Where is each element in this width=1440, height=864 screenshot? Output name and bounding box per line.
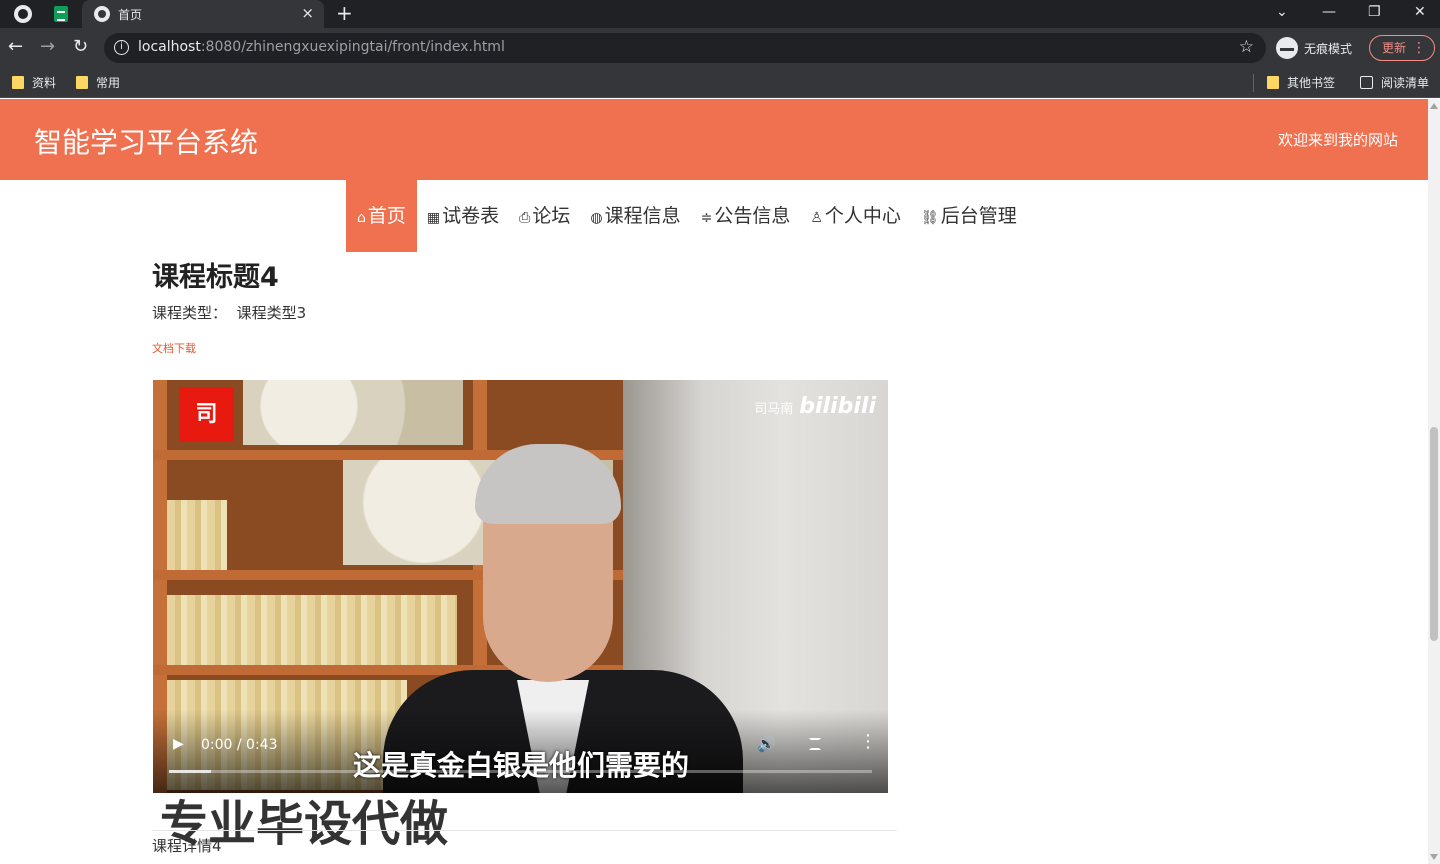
other-bookmarks-label: 其他书签 xyxy=(1287,76,1336,90)
browser-toolbar: ← → ↻ i localhost:8080/zhinengxuexipingt… xyxy=(0,28,1440,68)
nav-item-label: 试卷表 xyxy=(442,205,500,227)
incognito-icon xyxy=(1276,37,1298,59)
url-path: :8080/zhinengxuexipingtai/front/index.ht… xyxy=(200,39,505,55)
browser-tab-strip: 首页 × + ⌄ — ❐ ✕ xyxy=(0,0,1440,28)
nav-item-admin[interactable]: ⛓ 后台管理 xyxy=(911,180,1027,252)
books xyxy=(167,595,457,665)
printer-icon: ⎙ xyxy=(519,210,531,226)
bookmark-star-icon[interactable]: ☆ xyxy=(1239,37,1254,57)
nav-item-label: 个人中心 xyxy=(824,205,901,227)
restore-icon[interactable]: ❐ xyxy=(1368,2,1381,22)
folder-icon xyxy=(76,76,88,89)
volume-icon[interactable]: 🔊 xyxy=(757,735,776,753)
globe-icon: ◍ xyxy=(590,210,603,226)
update-label: 更新 xyxy=(1382,41,1407,55)
video-watermark: 司马南 bilibili xyxy=(754,394,876,419)
home-icon: ⌂ xyxy=(357,210,366,226)
course-title: 课程标题4 xyxy=(152,262,279,293)
folder-icon xyxy=(12,76,24,89)
nav-item-label: 论坛 xyxy=(532,205,571,227)
nav-item-notice[interactable]: ≑ 公告信息 xyxy=(691,180,801,252)
incognito-label: 无痕模式 xyxy=(1304,42,1353,56)
document-download-link[interactable]: 文档下载 xyxy=(152,340,196,356)
fabric-rolls xyxy=(243,380,463,445)
main-nav: ⌂ 首页 ▦ 试卷表 ⎙ 论坛 ◍ 课程信息 ≑ 公告信息 ♙ 个人中心 ⛓ 后台管理 xyxy=(346,180,1027,252)
forward-arrow-icon[interactable]: → xyxy=(40,36,55,58)
grid-icon: ▦ xyxy=(426,210,441,226)
nav-item-exam[interactable]: ▦ 试卷表 xyxy=(417,180,509,252)
books xyxy=(167,500,227,570)
update-button[interactable]: 更新 ⋮ xyxy=(1369,35,1435,61)
fullscreen-icon[interactable] xyxy=(809,738,821,750)
nav-item-course[interactable]: ◍ 课程信息 xyxy=(580,180,690,252)
minimize-icon[interactable]: — xyxy=(1322,2,1336,22)
tab-sheets[interactable] xyxy=(42,0,82,28)
sliders-icon: ≑ xyxy=(700,210,713,226)
video-progress-fill xyxy=(169,770,212,773)
scroll-up-arrow-icon[interactable] xyxy=(1430,103,1438,109)
play-icon[interactable]: ▶ xyxy=(173,736,184,752)
browser-menu-icon[interactable] xyxy=(14,5,32,23)
video-progress-bar[interactable] xyxy=(169,770,872,773)
course-type: 课程类型： 课程类型3 xyxy=(152,302,306,323)
watermark-brand: bilibili xyxy=(799,394,876,419)
globe-icon xyxy=(94,6,110,22)
close-window-icon[interactable]: ✕ xyxy=(1414,2,1426,22)
new-tab-button[interactable]: + xyxy=(336,1,353,25)
url-text[interactable]: localhost:8080/zhinengxuexipingtai/front… xyxy=(138,39,505,55)
course-type-label: 课程类型： xyxy=(152,304,228,322)
more-vertical-icon[interactable]: ⋮ xyxy=(1412,36,1426,60)
address-bar[interactable]: i localhost:8080/zhinengxuexipingtai/fro… xyxy=(104,33,1266,63)
nav-item-home[interactable]: ⌂ 首页 xyxy=(346,180,417,252)
user-icon: ♙ xyxy=(810,210,823,226)
sheets-icon xyxy=(54,6,68,22)
tab-title: 首页 xyxy=(118,8,143,22)
chevron-down-icon[interactable]: ⌄ xyxy=(1276,2,1288,22)
nav-item-label: 课程信息 xyxy=(604,205,681,227)
bookmark-label: 常用 xyxy=(96,76,121,90)
course-video-player[interactable]: 司 司马南 bilibili 这是真金白银是他们需要的 ▶ 0:00 / 0:43… xyxy=(153,380,888,793)
scrollbar-thumb[interactable] xyxy=(1430,427,1438,641)
site-title: 智能学习平台系统 xyxy=(34,126,259,159)
reading-list-label: 阅读清单 xyxy=(1381,76,1430,90)
link-icon: ⛓ xyxy=(920,210,939,226)
watermark-name: 司马南 xyxy=(754,402,794,417)
course-type-value: 课程类型3 xyxy=(236,304,307,322)
bookmark-folder-changyong[interactable]: 常用 xyxy=(76,74,120,91)
nav-item-label: 公告信息 xyxy=(714,205,791,227)
bookmark-label: 资料 xyxy=(32,76,57,90)
folder-icon xyxy=(1267,76,1279,89)
site-header: 智能学习平台系统 欢迎来到我的网站 xyxy=(0,99,1428,180)
page-scrollbar[interactable] xyxy=(1428,99,1440,864)
divider xyxy=(152,830,897,831)
course-detail: 课程详情4 xyxy=(152,837,222,855)
video-subtitle: 这是真金白银是他们需要的 xyxy=(353,749,690,782)
bookmarks-bar: 资料 常用 其他书签 阅读清单 xyxy=(0,68,1440,98)
scroll-down-arrow-icon[interactable] xyxy=(1430,854,1438,860)
bookmark-folder-ziliao[interactable]: 资料 xyxy=(12,74,56,91)
url-host: localhost xyxy=(138,39,201,55)
nav-item-profile[interactable]: ♙ 个人中心 xyxy=(800,180,911,252)
info-icon[interactable]: i xyxy=(114,40,129,55)
tab-home[interactable]: 首页 × xyxy=(82,0,324,28)
video-time: 0:00 / 0:43 xyxy=(201,737,278,753)
reload-icon[interactable]: ↻ xyxy=(73,36,88,58)
nav-item-label: 后台管理 xyxy=(940,205,1017,227)
nav-item-label: 首页 xyxy=(367,205,406,227)
other-bookmarks[interactable]: 其他书签 xyxy=(1267,74,1335,91)
reading-list-icon xyxy=(1360,76,1373,89)
channel-logo: 司 xyxy=(179,387,234,442)
welcome-text: 欢迎来到我的网站 xyxy=(1277,131,1398,149)
more-vertical-icon[interactable]: ⋮ xyxy=(859,732,877,752)
reading-list[interactable]: 阅读清单 xyxy=(1360,74,1429,91)
back-arrow-icon[interactable]: ← xyxy=(8,36,23,58)
nav-item-forum[interactable]: ⎙ 论坛 xyxy=(509,180,580,252)
close-tab-icon[interactable]: × xyxy=(301,3,314,23)
bookmarks-separator xyxy=(1253,74,1254,92)
